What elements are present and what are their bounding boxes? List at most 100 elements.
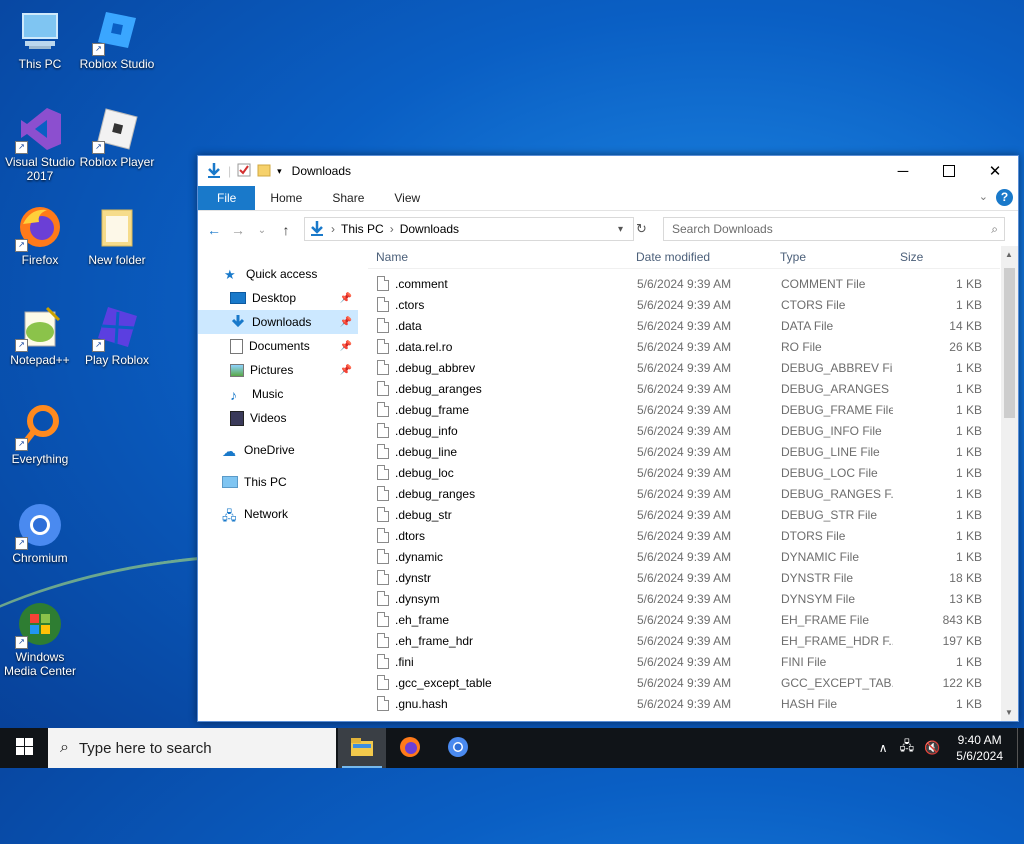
properties-icon[interactable] xyxy=(237,163,251,180)
desktop-icon-label: This PC xyxy=(18,57,62,71)
table-row[interactable]: .fini 5/6/2024 9:39 AM FINI File 1 KB xyxy=(368,651,1000,672)
address-bar[interactable]: › This PC › Downloads ▾ xyxy=(304,217,634,241)
file-name: .debug_loc xyxy=(395,466,454,480)
table-row[interactable]: .eh_frame_hdr 5/6/2024 9:39 AM EH_FRAME_HD… xyxy=(368,630,1000,651)
nav-quick-access[interactable]: ★ Quick access xyxy=(198,262,358,286)
pin-icon[interactable]: 📌 xyxy=(340,317,352,328)
start-button[interactable] xyxy=(0,728,48,768)
table-row[interactable]: .data 5/6/2024 9:39 AM DATA File 14 KB xyxy=(368,315,1000,336)
nav-videos[interactable]: Videos xyxy=(198,406,358,430)
column-date-modified[interactable]: Date modified xyxy=(636,250,710,264)
search-icon[interactable]: ⌕ xyxy=(991,222,998,237)
scroll-up-icon[interactable]: ▲ xyxy=(1005,250,1013,259)
clock-time: 9:40 AM xyxy=(957,733,1002,747)
recent-locations-button[interactable]: ⌄ xyxy=(250,225,274,236)
taskbar-chromium[interactable] xyxy=(434,728,482,768)
tab-file[interactable]: File xyxy=(198,186,256,210)
table-row[interactable]: .debug_info 5/6/2024 9:39 AM DEBUG_INFO Fi… xyxy=(368,420,1000,441)
file-type: EH_FRAME_HDR F... xyxy=(781,634,893,648)
file-name: .eh_frame xyxy=(395,613,450,627)
table-row[interactable]: .gcc_except_table 5/6/2024 9:39 AM GCC_EXC… xyxy=(368,672,1000,693)
table-row[interactable]: .dtors 5/6/2024 9:39 AM DTORS File 1 KB xyxy=(368,525,1000,546)
desktop-icon-visual-studio[interactable]: ↗ Visual Studio 2017 xyxy=(0,106,80,183)
desktop-icon-media-center[interactable]: ↗ Windows Media Center xyxy=(0,601,80,678)
desktop-icon-this-pc[interactable]: This PC xyxy=(0,8,80,71)
table-row[interactable]: .debug_frame 5/6/2024 9:39 AM DEBUG_FRAME … xyxy=(368,399,1000,420)
desktop-icon-roblox-studio[interactable]: ↗ Roblox Studio xyxy=(77,8,157,71)
show-desktop-button[interactable] xyxy=(1017,728,1024,768)
desktop-icon-firefox[interactable]: ↗ Firefox xyxy=(0,204,80,267)
nav-desktop[interactable]: Desktop 📌 xyxy=(198,286,358,310)
back-button[interactable]: ← xyxy=(202,222,226,238)
desktop-icon-chromium[interactable]: ↗ Chromium xyxy=(0,502,80,565)
desktop-icon-notepadpp[interactable]: ↗ Notepad++ xyxy=(0,304,80,367)
table-row[interactable]: .ctors 5/6/2024 9:39 AM CTORS File 1 KB xyxy=(368,294,1000,315)
up-button[interactable]: ↑ xyxy=(274,222,298,238)
table-row[interactable]: .debug_abbrev 5/6/2024 9:39 AM DEBUG_ABBRE… xyxy=(368,357,1000,378)
breadcrumb-separator-icon: › xyxy=(331,222,335,236)
tab-home[interactable]: Home xyxy=(255,186,317,210)
tab-share[interactable]: Share xyxy=(317,186,379,210)
desktop-icon-roblox-player[interactable]: ↗ Roblox Player xyxy=(77,106,157,169)
maximize-button[interactable] xyxy=(926,156,972,186)
vertical-scrollbar[interactable]: ▲ ▼ xyxy=(1001,246,1018,721)
nav-music[interactable]: ♪ Music xyxy=(198,382,358,406)
nav-downloads[interactable]: Downloads 📌 xyxy=(198,310,358,334)
table-row[interactable]: .gnu.hash 5/6/2024 9:39 AM HASH File 1 KB xyxy=(368,693,1000,714)
nav-documents[interactable]: Documents 📌 xyxy=(198,334,358,358)
file-date: 5/6/2024 9:39 AM xyxy=(637,592,732,606)
column-type[interactable]: Type xyxy=(780,250,806,264)
column-size[interactable]: Size xyxy=(900,250,923,264)
nav-onedrive[interactable]: ☁ OneDrive xyxy=(198,438,358,462)
volume-muted-icon[interactable]: 🔇 xyxy=(924,740,940,756)
play-roblox-icon: ↗ xyxy=(92,304,140,352)
pin-icon[interactable]: 📌 xyxy=(340,293,352,304)
table-row[interactable]: .comment 5/6/2024 9:39 AM COMMENT File 1 KB xyxy=(368,273,1000,294)
scrollbar-thumb[interactable] xyxy=(1004,268,1015,418)
desktop-icon-play-roblox[interactable]: ↗ Play Roblox xyxy=(77,304,157,367)
clock[interactable]: 9:40 AM 5/6/2024 xyxy=(956,732,1003,764)
help-icon[interactable]: ? xyxy=(996,189,1013,206)
nav-this-pc[interactable]: This PC xyxy=(198,470,358,494)
table-row[interactable]: .debug_line 5/6/2024 9:39 AM DEBUG_LINE Fi… xyxy=(368,441,1000,462)
table-row[interactable]: .debug_ranges 5/6/2024 9:39 AM DEBUG_RANGE… xyxy=(368,483,1000,504)
address-dropdown-icon[interactable]: ▾ xyxy=(618,224,623,235)
file-size: 1 KB xyxy=(955,550,982,564)
search-box[interactable]: Search Downloads ⌕ xyxy=(663,217,1005,241)
expand-ribbon-icon[interactable]: ⌄ xyxy=(979,190,988,203)
table-row[interactable]: .data.rel.ro 5/6/2024 9:39 AM RO File 26 KB xyxy=(368,336,1000,357)
desktop-icon-everything[interactable]: ↗ Everything xyxy=(0,403,80,466)
column-name[interactable]: Name xyxy=(376,250,408,264)
taskbar-firefox[interactable] xyxy=(386,728,434,768)
nav-network[interactable]: 🖧 Network xyxy=(198,502,358,526)
file-icon xyxy=(377,696,389,711)
table-row[interactable]: .debug_aranges 5/6/2024 9:39 AM DEBUG_ARAN… xyxy=(368,378,1000,399)
taskbar-search-box[interactable]: ⌕ Type here to search xyxy=(48,728,336,768)
minimize-button[interactable]: ─ xyxy=(880,156,926,186)
nav-pictures[interactable]: Pictures 📌 xyxy=(198,358,358,382)
table-row[interactable]: .dynstr 5/6/2024 9:39 AM DYNSTR File 18 KB xyxy=(368,567,1000,588)
customize-toolbar-icon[interactable]: ▾ xyxy=(277,166,282,177)
table-row[interactable]: .dynsym 5/6/2024 9:39 AM DYNSYM File 13 KB xyxy=(368,588,1000,609)
close-button[interactable]: ✕ xyxy=(972,156,1018,186)
pin-icon[interactable]: 📌 xyxy=(340,341,352,352)
nav-label: Quick access xyxy=(246,267,318,281)
pin-icon[interactable]: 📌 xyxy=(340,365,352,376)
table-row[interactable]: .eh_frame 5/6/2024 9:39 AM EH_FRAME File 84… xyxy=(368,609,1000,630)
table-row[interactable]: .dynamic 5/6/2024 9:39 AM DYNAMIC File 1 KB xyxy=(368,546,1000,567)
show-hidden-icons-icon[interactable]: ∧ xyxy=(879,741,888,755)
refresh-icon[interactable]: ↻ xyxy=(636,221,647,237)
table-row[interactable]: .debug_loc 5/6/2024 9:39 AM DEBUG_LOC File… xyxy=(368,462,1000,483)
forward-button[interactable]: → xyxy=(226,222,250,238)
scroll-down-icon[interactable]: ▼ xyxy=(1005,708,1013,717)
desktop-icon-new-folder[interactable]: New folder xyxy=(77,204,157,267)
network-status-icon[interactable]: 🖧 xyxy=(900,737,915,759)
table-row[interactable]: .debug_str 5/6/2024 9:39 AM DEBUG_STR File… xyxy=(368,504,1000,525)
new-folder-icon[interactable] xyxy=(257,163,271,180)
breadcrumb-this-pc[interactable]: This PC xyxy=(341,222,384,236)
tab-view[interactable]: View xyxy=(379,186,435,210)
search-input[interactable]: Search Downloads xyxy=(672,222,773,236)
taskbar-file-explorer[interactable] xyxy=(338,728,386,768)
taskbar-search-input[interactable]: Type here to search xyxy=(79,740,212,757)
breadcrumb-downloads[interactable]: Downloads xyxy=(400,222,459,236)
